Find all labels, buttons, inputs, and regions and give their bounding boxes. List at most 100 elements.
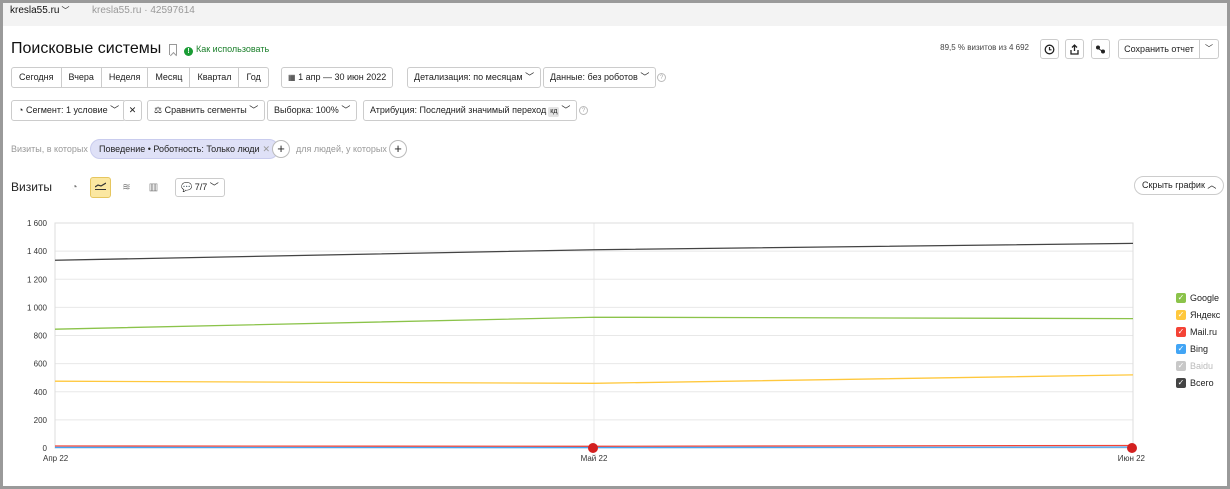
bar-chart-icon: ▥ — [148, 182, 159, 193]
legend-item[interactable]: ✓ Google — [1176, 293, 1220, 310]
chevron-up-icon: ︿ — [1207, 180, 1217, 190]
filter-chip[interactable]: Поведение • Роботность: Только люди ✕ — [90, 139, 280, 159]
visits-filter-label: Визиты, в которых — [11, 144, 88, 154]
legend-label: Mail.ru — [1190, 327, 1218, 337]
legend-item[interactable]: ✓ Всего — [1176, 378, 1220, 395]
y-tick-label: 0 — [43, 444, 48, 453]
checkbox-icon[interactable]: ✓ — [1176, 378, 1186, 388]
legend-label: Всего — [1190, 378, 1214, 388]
checkbox-icon[interactable]: ✓ — [1176, 293, 1186, 303]
y-tick-label: 200 — [34, 416, 48, 425]
sample-select[interactable]: Выборка: 100% ﹀ — [267, 100, 358, 121]
people-filter-label: для людей, у которых — [296, 144, 387, 154]
x-tick-label: Май 22 — [581, 454, 608, 463]
x-tick-label: Июн 22 — [1118, 454, 1146, 463]
legend-label: Google — [1190, 293, 1220, 303]
howto-link[interactable]: ! Как использовать — [184, 44, 269, 56]
bookmark-icon[interactable] — [169, 44, 177, 55]
line-chart-icon — [94, 182, 107, 190]
save-options-button[interactable]: ﹀ — [1199, 39, 1219, 59]
chart-title: Визиты — [11, 180, 53, 194]
visits-percentage: 89,5 % визитов из 4 692 — [940, 43, 1029, 52]
checkbox-icon[interactable]: ✓ — [1176, 327, 1186, 337]
y-tick-label: 600 — [34, 360, 48, 369]
add-people-filter-button[interactable]: + — [389, 140, 407, 158]
checkbox-icon[interactable]: ✓ — [1176, 344, 1186, 354]
y-tick-label: 1 200 — [27, 275, 48, 284]
close-icon[interactable]: ✕ — [263, 144, 271, 154]
bar-chart-view-button[interactable]: ▥ — [143, 177, 164, 198]
checkbox-icon[interactable]: ✓ — [1176, 310, 1186, 320]
pie-chart-icon: ◔ — [71, 182, 78, 193]
annotation-marker — [1127, 443, 1137, 453]
checkbox-icon[interactable]: ✓ — [1176, 361, 1186, 371]
add-visit-filter-button[interactable]: + — [272, 140, 290, 158]
chevron-down-icon: ﹀ — [561, 105, 571, 115]
chevron-down-icon: ﹀ — [341, 105, 351, 115]
legend-label: Bing — [1190, 344, 1209, 354]
line-chart-view-button[interactable] — [90, 177, 111, 198]
history-button[interactable] — [1040, 39, 1059, 59]
hide-chart-button[interactable]: Скрыть график ︿ — [1134, 176, 1225, 195]
compare-icon: ⚖ — [154, 105, 163, 115]
y-tick-label: 1 000 — [27, 303, 48, 312]
annotation-marker — [588, 443, 598, 453]
chevron-down-icon: ﹀ — [1205, 44, 1213, 53]
period-selector: Сегодня Вчера Неделя Месяц Квартал Год — [11, 67, 269, 88]
period-yesterday[interactable]: Вчера — [61, 67, 102, 88]
clear-segment-button[interactable]: ✕ — [123, 100, 142, 121]
close-icon: ✕ — [128, 105, 137, 115]
site-selector[interactable]: kresla55.ru ﹀ — [10, 5, 69, 16]
legend-label: Яндекс — [1190, 310, 1221, 320]
page-title: Поисковые системы — [11, 40, 162, 57]
export-button[interactable] — [1065, 39, 1084, 59]
period-week[interactable]: Неделя — [101, 67, 149, 88]
comment-icon: 💬 — [181, 182, 193, 192]
segment-select[interactable]: ◔ Сегмент: 1 условие ﹀ — [11, 100, 127, 121]
legend-item[interactable]: ✓ Mail.ru — [1176, 327, 1220, 344]
period-quarter[interactable]: Квартал — [190, 67, 240, 88]
period-today[interactable]: Сегодня — [11, 67, 62, 88]
area-chart-view-button[interactable]: ≋ — [116, 177, 137, 198]
subscribe-button[interactable] — [1091, 39, 1110, 59]
stacked-chart-icon: ≋ — [122, 182, 131, 193]
counter-id: kresla55.ru · 42597614 — [92, 5, 195, 16]
share-icon — [1070, 44, 1079, 55]
legend-item[interactable]: ✓ Яндекс — [1176, 310, 1220, 327]
y-tick-label: 800 — [34, 332, 48, 341]
chevron-down-icon: ﹀ — [640, 72, 650, 82]
chevron-down-icon: ﹀ — [249, 105, 259, 115]
top-bar: kresla55.ru ﹀ kresla55.ru · 42597614 — [3, 3, 1227, 26]
chevron-down-icon: ﹀ — [110, 105, 120, 115]
y-tick-label: 1 400 — [27, 247, 48, 256]
detail-select[interactable]: Детализация: по месяцам ﹀ — [407, 67, 542, 88]
attribution-select[interactable]: Атрибуция: Последний значимый переход кд ﹀ — [363, 100, 578, 121]
app-window: kresla55.ru ﹀ kresla55.ru · 42597614 Поис… — [3, 3, 1227, 486]
visits-line-chart: 0 200 400 600 800 1 000 1 200 1 400 1 600 Апр 22 М… — [27, 219, 1146, 463]
chevron-down-icon: ﹀ — [525, 72, 535, 82]
save-report-button[interactable]: Сохранить отчет — [1118, 39, 1200, 59]
series-selector[interactable]: 💬 7/7 ﹀ — [175, 178, 225, 197]
info-icon: ! — [184, 47, 193, 56]
pie-icon: ◔ — [18, 105, 24, 115]
date-range-picker[interactable]: ▦ 1 апр — 30 июн 2022 — [281, 67, 394, 88]
pie-chart-view-button[interactable]: ◔ — [64, 177, 85, 198]
period-year[interactable]: Год — [239, 67, 269, 88]
data-filter-select[interactable]: Данные: без роботов ﹀ — [543, 67, 657, 88]
period-month[interactable]: Месяц — [148, 67, 191, 88]
compare-segments-button[interactable]: ⚖ Сравнить сегменты ﹀ — [147, 100, 266, 121]
chevron-down-icon: ﹀ — [61, 6, 70, 15]
help-icon[interactable]: ? — [579, 106, 588, 115]
subscription-icon — [1096, 45, 1105, 54]
clock-icon — [1044, 44, 1055, 55]
attribution-badge: кд — [548, 107, 560, 117]
legend-item[interactable]: ✓ Bing — [1176, 344, 1220, 361]
y-tick-label: 400 — [34, 388, 48, 397]
legend-label: Baidu — [1190, 361, 1214, 371]
y-tick-label: 1 600 — [27, 219, 48, 228]
x-tick-label: Апр 22 — [43, 454, 69, 463]
chart-legend: ✓ Google ✓ Яндекс ✓ Mail.ru ✓ Bing ✓ Baidu ✓ Всего — [1176, 293, 1220, 395]
legend-item[interactable]: ✓ Baidu — [1176, 361, 1220, 378]
help-icon[interactable]: ? — [657, 73, 666, 82]
calendar-icon: ▦ — [288, 73, 296, 82]
